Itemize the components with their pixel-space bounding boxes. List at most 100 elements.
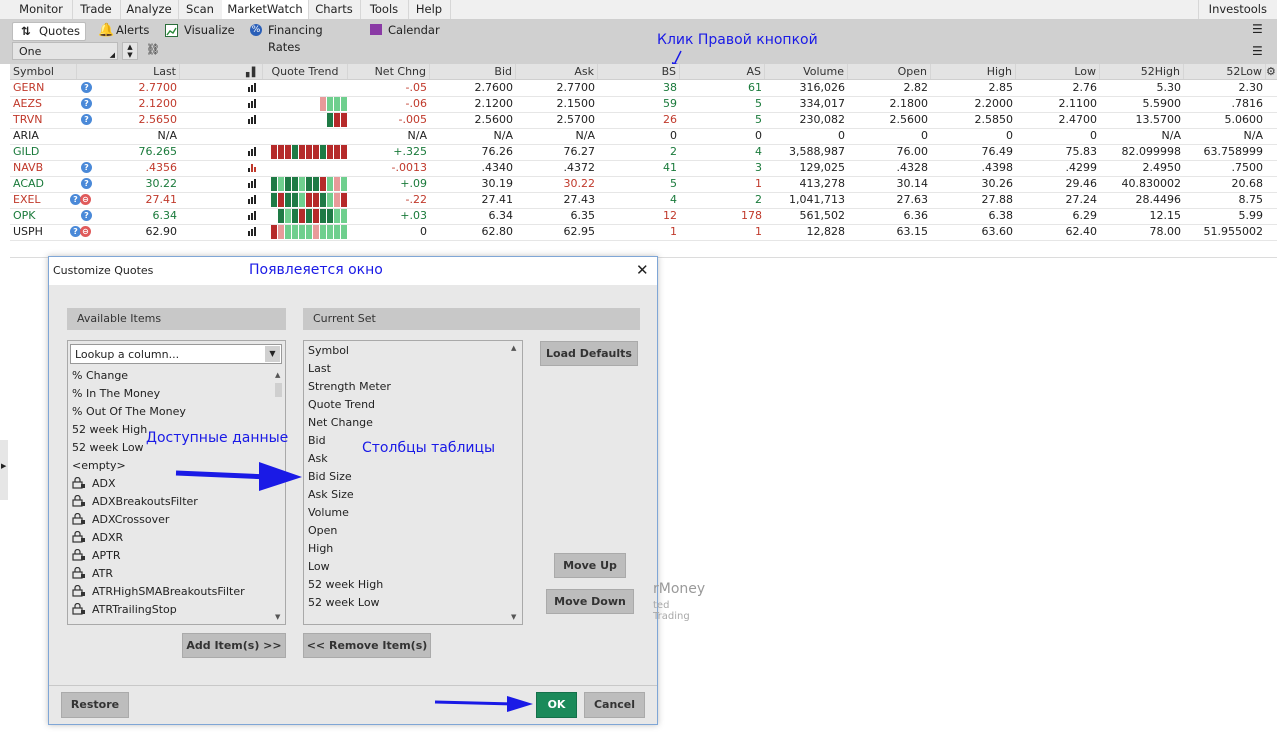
info-badge-icon[interactable]: ? (81, 114, 92, 125)
info-badge-icon[interactable]: ? (81, 178, 92, 189)
table-row[interactable]: GILD 76.265 +.325 76.26 76.27 2 4 3,588,987 76.0… (10, 144, 1277, 161)
current-list-item[interactable]: Volume (308, 506, 349, 519)
table-row[interactable]: AEZS? 2.1200 -.06 2.1200 2.1500 59 5 334,017 2.1… (10, 96, 1277, 113)
link-icon[interactable]: ⛓ (146, 43, 160, 59)
col-symbol[interactable]: Symbol (10, 64, 77, 79)
col-high[interactable]: High (931, 64, 1016, 79)
current-list-item[interactable]: Last (308, 362, 331, 375)
chevron-down-icon[interactable]: ▼ (265, 346, 280, 362)
col-quote-trend[interactable]: Quote Trend (263, 64, 348, 79)
menu-investools[interactable]: Investools (1197, 0, 1277, 19)
table-row[interactable]: GERN? 2.7700 -.05 2.7600 2.7700 38 61 316,026 2.… (10, 80, 1277, 97)
available-list-item[interactable]: ADXBreakoutsFilter (72, 494, 198, 508)
cancel-button[interactable]: Cancel (584, 692, 645, 718)
move-up-button[interactable]: Move Up (554, 553, 626, 578)
add-items-button[interactable]: Add Item(s) >> (182, 633, 286, 658)
col-ask[interactable]: Ask (516, 64, 598, 79)
current-list-item[interactable]: Net Change (308, 416, 373, 429)
available-list-item[interactable]: ADXR (72, 530, 123, 544)
col-52low[interactable]: 52Low (1184, 64, 1266, 79)
available-list-item[interactable]: ADXCrossover (72, 512, 169, 526)
current-set-list[interactable]: Symbol Last Strength Meter Quote Trend Net C… (303, 340, 523, 625)
available-list-item[interactable]: ATR (72, 566, 113, 580)
list-menu-icon[interactable]: ☰ (1252, 22, 1266, 36)
watchlist-select[interactable]: One ◢ (12, 42, 118, 60)
current-list-item[interactable]: Open (308, 524, 337, 537)
load-defaults-button[interactable]: Load Defaults (540, 341, 638, 366)
current-list-item[interactable]: Ask (308, 452, 328, 465)
column-settings-icon[interactable]: ⚙ (1266, 64, 1277, 79)
available-list-item[interactable]: ATRTrailingStop (72, 602, 177, 616)
strength-meter-icon[interactable]: ▖▌ (243, 64, 263, 79)
grid-menu-icon[interactable]: ☰ (1252, 44, 1266, 58)
tab-financing-rates[interactable]: % Financing Rates (250, 22, 355, 54)
menu-marketwatch[interactable]: MarketWatch (222, 0, 309, 19)
alert-badge-icon[interactable]: ⊖ (80, 194, 91, 205)
menu-monitor[interactable]: Monitor (10, 0, 73, 19)
menu-trade[interactable]: Trade (72, 0, 121, 19)
info-badge-icon[interactable]: ? (81, 162, 92, 173)
col-volume[interactable]: Volume (765, 64, 848, 79)
scroll-up-icon[interactable]: ▲ (511, 344, 516, 352)
current-list-item[interactable]: 52 week High (308, 578, 383, 591)
available-list-item[interactable]: ATRHighSMABreakoutsFilter (72, 584, 245, 598)
scrollbar-thumb[interactable] (275, 383, 282, 397)
move-down-button[interactable]: Move Down (546, 589, 634, 614)
available-list-item[interactable]: % In The Money (72, 387, 160, 400)
lookup-column-combo[interactable]: Lookup a column... ▼ (70, 344, 282, 364)
available-list-item[interactable]: 52 week Low (72, 441, 144, 454)
table-row[interactable]: ACAD? 30.22 +.09 30.19 30.22 5 1 413,278 30.14 30… (10, 176, 1277, 193)
current-list-item[interactable]: Quote Trend (308, 398, 375, 411)
table-row[interactable]: NAVB? .4356 -.0013 .4340 .4372 41 3 129,025 .432… (10, 160, 1277, 177)
col-as[interactable]: AS (680, 64, 765, 79)
col-low[interactable]: Low (1016, 64, 1100, 79)
info-badge-icon[interactable]: ? (81, 98, 92, 109)
scroll-down-icon[interactable]: ▼ (511, 613, 516, 621)
available-list-item[interactable]: % Out Of The Money (72, 405, 186, 418)
menu-help[interactable]: Help (408, 0, 451, 19)
info-badge-icon[interactable]: ? (81, 82, 92, 93)
watchlist-stepper[interactable]: ▲ ▼ (122, 42, 138, 60)
tab-quotes[interactable]: ⇅ Quotes (12, 22, 86, 41)
col-open[interactable]: Open (848, 64, 931, 79)
available-list-item[interactable]: APTR (72, 548, 121, 562)
table-row[interactable]: TRVN? 2.5650 -.005 2.5600 2.5700 26 5 230,082 2.… (10, 112, 1277, 129)
current-list-item[interactable]: Strength Meter (308, 380, 391, 393)
table-row[interactable]: EXEL? ⊖ 27.41 -.22 27.41 27.43 4 2 1,041,713 27.6… (10, 192, 1277, 209)
current-list-item[interactable]: Low (308, 560, 330, 573)
remove-items-button[interactable]: << Remove Item(s) (303, 633, 431, 658)
tab-calendar[interactable]: Calendar (370, 22, 440, 39)
col-net-chng[interactable]: Net Chng (348, 64, 430, 79)
current-list-item[interactable]: Ask Size (308, 488, 354, 501)
available-list-item[interactable]: ADX (72, 476, 116, 490)
left-panel-handle[interactable]: ▶ (0, 440, 8, 500)
current-list-item[interactable]: Symbol (308, 344, 349, 357)
table-row[interactable]: OPK? 6.34 +.03 6.34 6.35 12 178 561,502 6.36 6.38… (10, 208, 1277, 225)
tab-alerts[interactable]: 🔔 Alerts (98, 22, 158, 39)
menu-scan[interactable]: Scan (178, 0, 223, 19)
menu-charts[interactable]: Charts (308, 0, 361, 19)
tab-visualize[interactable]: Visualize (165, 22, 235, 39)
close-icon[interactable]: ✕ (636, 261, 649, 279)
available-list-item[interactable]: % Change (72, 369, 128, 382)
col-bid[interactable]: Bid (430, 64, 516, 79)
current-list-item[interactable]: 52 week Low (308, 596, 380, 609)
menu-analyze[interactable]: Analyze (120, 0, 179, 19)
menu-tools[interactable]: Tools (360, 0, 409, 19)
available-list-item[interactable]: <empty> (72, 459, 126, 472)
current-list-item[interactable]: High (308, 542, 333, 555)
table-row[interactable]: ARIA N/A N/A N/A N/A 0 0 0 0 0 0 N/A N/A (10, 128, 1277, 145)
restore-button[interactable]: Restore (61, 692, 129, 718)
table-row[interactable]: USPH? ⊖ 62.90 0 62.80 62.95 1 1 12,828 63.15 63.60… (10, 224, 1277, 241)
available-list-item[interactable]: 52 week High (72, 423, 147, 436)
col-last[interactable]: Last (96, 64, 180, 79)
alert-badge-icon[interactable]: ⊖ (80, 226, 91, 237)
current-list-item[interactable]: Bid (308, 434, 326, 447)
scroll-down-icon[interactable]: ▼ (275, 613, 280, 621)
scroll-up-icon[interactable]: ▲ (275, 371, 280, 379)
current-list-item[interactable]: Bid Size (308, 470, 352, 483)
col-bs[interactable]: BS (598, 64, 680, 79)
chevron-right-icon[interactable]: ▶ (1, 462, 6, 470)
ok-button[interactable]: OK (536, 692, 577, 718)
info-badge-icon[interactable]: ? (81, 210, 92, 221)
